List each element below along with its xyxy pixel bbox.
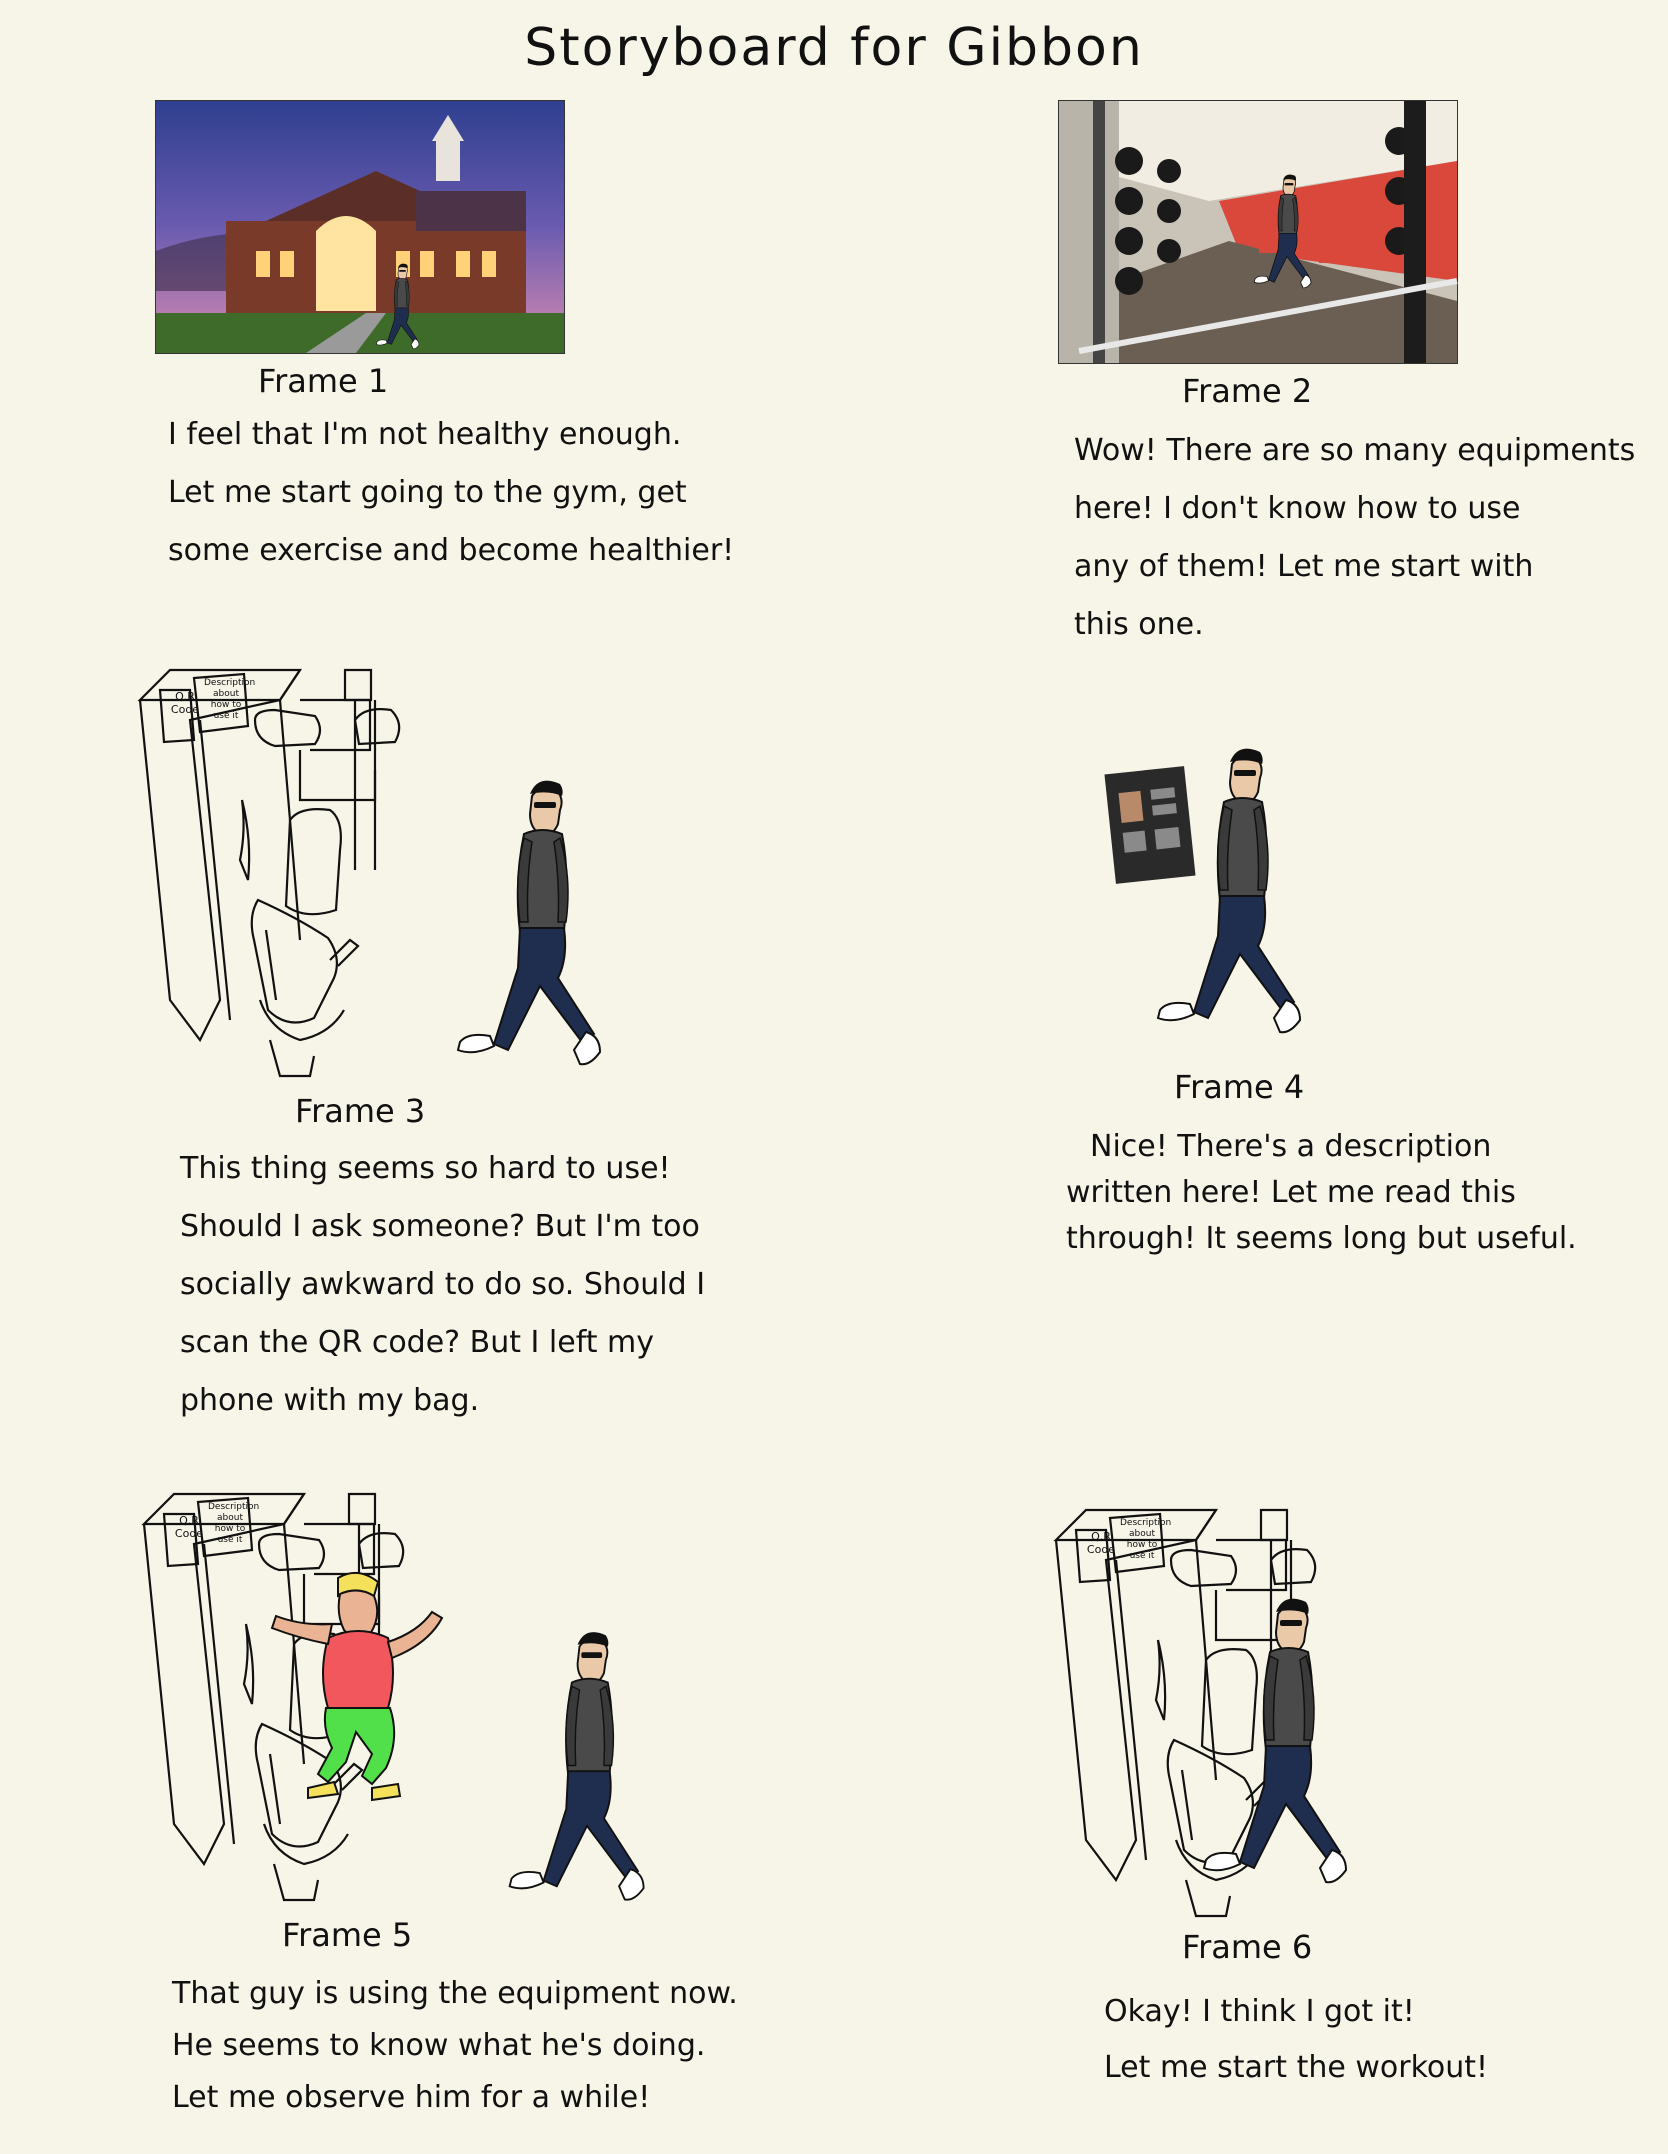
frame-2-caption: Wow! There are so many equipments here! …	[1074, 422, 1635, 654]
muscular-man	[268, 1568, 448, 1808]
description-sign: Description about how to use it	[204, 678, 256, 721]
frame-6-caption-line: Let me start the workout!	[1104, 2050, 1489, 2085]
frame-3-label: Frame 3	[295, 1092, 426, 1130]
frame-2-caption-line: this one.	[1074, 607, 1204, 642]
frame-3-caption-line: phone with my bag.	[180, 1383, 480, 1418]
qr-code-sign: Q.R Code	[1086, 1530, 1116, 1556]
frame-1-image-campus-building	[155, 100, 565, 354]
frame-4-caption-line: through! It seems long but useful.	[1066, 1221, 1577, 1256]
frame-1-caption-line: I feel that I'm not healthy enough.	[168, 417, 682, 452]
frame-1-caption: I feel that I'm not healthy enough. Let …	[168, 406, 734, 580]
frame-4-caption: Nice! There's a description written here…	[1066, 1124, 1577, 1262]
frame-3-illustration: Q.R Code Description about how to use it	[130, 660, 630, 1080]
frame-5-label: Frame 5	[282, 1916, 413, 1954]
frame-6-illustration: Q.R Code Description about how to use it	[1046, 1500, 1446, 1920]
frame-2-caption-line: here! I don't know how to use	[1074, 491, 1521, 526]
frame-2-image-gym-interior	[1058, 100, 1458, 364]
frame-6-caption-line: Okay! I think I got it!	[1104, 1994, 1415, 2029]
frame-1-label: Frame 1	[258, 362, 389, 400]
frame-6-label: Frame 6	[1182, 1928, 1313, 1966]
frame-5-caption: That guy is using the equipment now. He …	[172, 1968, 738, 2124]
frame-4-illustration	[1104, 740, 1340, 1040]
frame-1-caption-line: Let me start going to the gym, get	[168, 475, 687, 510]
frame-3-caption-line: scan the QR code? But I left my	[180, 1325, 655, 1360]
description-sign: Description about how to use it	[1120, 1518, 1172, 1561]
frame-2-caption-line: any of them! Let me start with	[1074, 549, 1534, 584]
frame-2-caption-line: Wow! There are so many equipments	[1074, 433, 1636, 468]
frame-6-caption: Okay! I think I got it! Let me start the…	[1104, 1984, 1488, 2096]
page-title: Storyboard for Gibbon	[524, 18, 1144, 78]
frame-4-caption-line: Nice! There's a description	[1090, 1129, 1492, 1164]
qr-code-sign: Q.R Code	[170, 690, 200, 716]
frame-3-caption-line: This thing seems so hard to use!	[180, 1151, 671, 1186]
frame-4-label: Frame 4	[1174, 1068, 1305, 1106]
frame-4-caption-line: written here! Let me read this	[1066, 1175, 1516, 1210]
frame-5-caption-line: He seems to know what he's doing.	[172, 2028, 706, 2063]
qr-code-sign: Q.R Code	[174, 1514, 204, 1540]
frame-5-illustration: Q.R Code Description about how to use it	[134, 1484, 674, 1904]
frame-3-caption: This thing seems so hard to use! Should …	[180, 1140, 705, 1430]
frame-2-label: Frame 2	[1182, 372, 1313, 410]
frame-5-caption-line: Let me observe him for a while!	[172, 2080, 651, 2115]
frame-3-caption-line: Should I ask someone? But I'm too	[180, 1209, 700, 1244]
frame-1-caption-line: some exercise and become healthier!	[168, 533, 735, 568]
frame-5-caption-line: That guy is using the equipment now.	[172, 1976, 738, 2011]
description-sign: Description about how to use it	[208, 1502, 260, 1545]
frame-3-caption-line: socially awkward to do so. Should I	[180, 1267, 706, 1302]
